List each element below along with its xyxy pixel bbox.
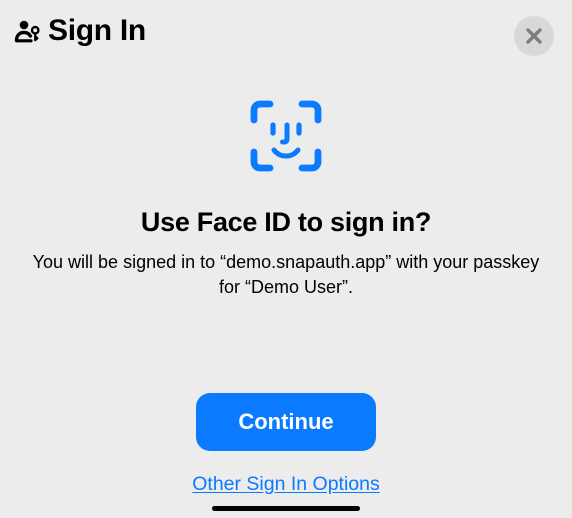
prompt-description: You will be signed in to “demo.snapauth.…: [31, 250, 541, 300]
continue-button[interactable]: Continue: [196, 393, 376, 451]
other-sign-in-options-link[interactable]: Other Sign In Options: [192, 473, 380, 496]
close-icon: [525, 27, 543, 45]
dialog-title: Sign In: [48, 14, 146, 48]
passkey-icon: [14, 17, 42, 45]
face-id-icon: [246, 96, 326, 181]
home-indicator[interactable]: [212, 506, 360, 511]
dialog-header: Sign In: [14, 14, 146, 48]
close-button[interactable]: [514, 16, 554, 56]
prompt-headline: Use Face ID to sign in?: [141, 207, 431, 238]
dialog-actions: Continue Other Sign In Options: [0, 393, 572, 496]
dialog-content: Use Face ID to sign in? You will be sign…: [0, 96, 572, 300]
